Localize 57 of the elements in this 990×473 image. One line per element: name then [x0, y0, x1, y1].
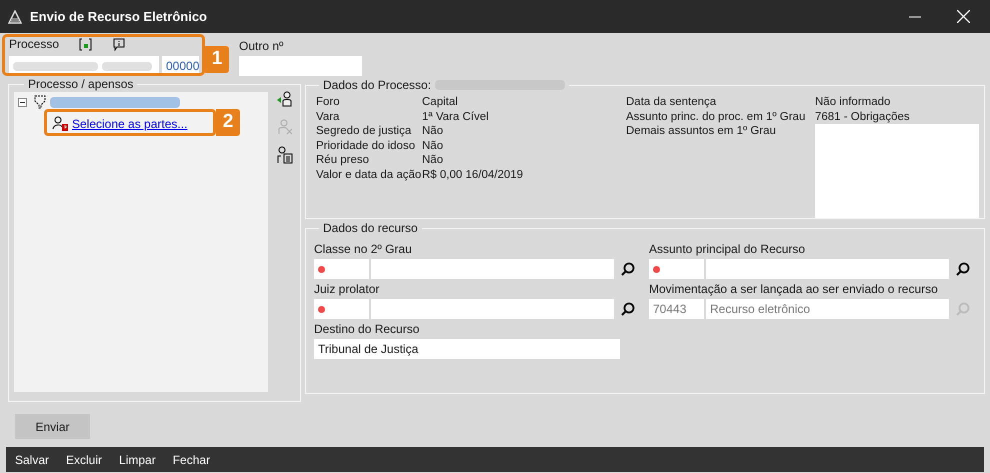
- menu-item[interactable]: Excluir: [66, 450, 102, 468]
- info-label: Data da sentença: [626, 95, 718, 110]
- info-label: Réu preso: [316, 154, 370, 166]
- menu-item[interactable]: Fechar: [172, 450, 210, 468]
- field-label: Juiz prolator: [314, 282, 380, 296]
- panel-title: Dados do recurso: [319, 221, 422, 235]
- callout-number: 1: [205, 46, 229, 73]
- select-parties-link[interactable]: Selecione as partes...: [72, 114, 188, 132]
- app-logo-icon: [8, 10, 22, 24]
- destination-field[interactable]: Tribunal de Justiça: [314, 339, 620, 359]
- panel-title: Processo / apensos: [24, 77, 138, 91]
- info-label: Valor e data da ação: [316, 168, 422, 180]
- tree-view[interactable]: Selecione as partes... 2: [14, 92, 268, 392]
- field-label: Processo: [9, 36, 60, 53]
- document-icon[interactable]: [79, 38, 94, 50]
- callout-number: 2: [216, 109, 240, 136]
- field-label: Destino do Recurso: [314, 322, 420, 336]
- code-field[interactable]: [314, 259, 369, 279]
- search-icon[interactable]: [620, 301, 636, 317]
- info-value: R$ 0,00 16/04/2019: [422, 168, 524, 182]
- info-label: Prioridade do idoso: [316, 140, 416, 152]
- info-value: 7681 - Obrigações: [815, 110, 910, 124]
- info-value: Não: [422, 138, 444, 153]
- info-icon[interactable]: [113, 38, 126, 50]
- field-label: Movimentação a ser lançada ao ser enviado o recurso: [649, 282, 939, 296]
- info-value: Não: [422, 124, 444, 138]
- description-field[interactable]: [706, 259, 949, 279]
- add-person-icon[interactable]: [276, 90, 294, 108]
- search-icon[interactable]: [955, 261, 971, 277]
- field-label: Classe no 2º Grau: [314, 242, 413, 256]
- info-value: Capital: [422, 95, 458, 110]
- description-field[interactable]: [371, 299, 614, 319]
- send-button[interactable]: Enviar: [15, 414, 90, 439]
- description-field[interactable]: [371, 259, 614, 279]
- other-number-field[interactable]: [239, 56, 362, 76]
- panel-title: Dados do Processo:: [323, 78, 432, 92]
- info-value: Não informado: [815, 95, 890, 110]
- code-field[interactable]: [314, 299, 369, 319]
- person-question-icon: [52, 116, 69, 131]
- info-label: Assunto princ. do proc. em 1º Grau: [626, 110, 806, 124]
- info-label: Foro: [316, 96, 340, 108]
- window-title: Envio de Recurso Eletrônico: [30, 8, 207, 26]
- menu-item[interactable]: Salvar: [15, 450, 50, 468]
- person-document-icon[interactable]: [276, 146, 294, 164]
- collapse-icon[interactable]: [18, 98, 27, 106]
- info-label: Demais assuntos em 1º Grau: [626, 124, 777, 139]
- info-value: 1ª Vara Cível: [422, 110, 489, 124]
- info-label: Vara: [316, 110, 340, 122]
- info-label: Segredo de justiça: [316, 125, 412, 137]
- field-label: Outro nº: [239, 38, 284, 51]
- field-label: Assunto principal do Recurso: [649, 242, 806, 256]
- code-field[interactable]: [649, 259, 704, 279]
- redacted-text: [102, 62, 152, 70]
- info-value: Não: [422, 153, 444, 168]
- search-icon[interactable]: [620, 261, 636, 277]
- close-icon[interactable]: [957, 10, 970, 23]
- menu-item[interactable]: Limpar: [119, 450, 156, 468]
